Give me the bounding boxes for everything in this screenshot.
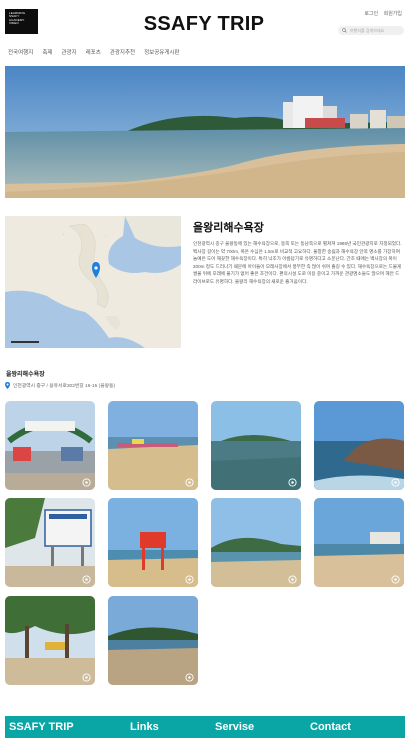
thumbnail-badge-icon xyxy=(185,575,194,584)
gallery-photo[interactable] xyxy=(108,596,198,685)
gallery-photo[interactable] xyxy=(5,596,95,685)
thumbnail-badge-icon xyxy=(185,673,194,682)
hero-beach-image xyxy=(5,66,405,198)
gallery-photo[interactable] xyxy=(5,401,95,490)
nav-item-recommend[interactable]: 관광지추천 xyxy=(110,48,135,56)
gallery-photo[interactable] xyxy=(211,498,301,587)
gallery-photo[interactable] xyxy=(108,498,198,587)
gallery-title: 을왕리해수욕장 xyxy=(6,372,45,378)
nav-item-leisure[interactable]: 레포츠 xyxy=(86,48,101,56)
login-link[interactable]: 로그인 xyxy=(364,11,378,17)
address-text: 인천광역시 중구 / 용유서로302번길 16-15 (을왕동) xyxy=(13,384,116,389)
svg-text:·: · xyxy=(63,232,64,237)
footer-service[interactable]: Servise xyxy=(215,721,254,733)
gallery-photo[interactable] xyxy=(108,401,198,490)
beach-description: 인천광역시 중구 을왕동에 있는 해수욕장으로, 동쪽 또는 동남쪽으로 펼쳐져… xyxy=(193,241,402,284)
nav-item-attraction[interactable]: 관광지 xyxy=(61,48,76,56)
thumbnail-badge-icon xyxy=(82,575,91,584)
gallery-photo[interactable] xyxy=(314,498,404,587)
footer-links[interactable]: Links xyxy=(130,721,159,733)
search-input[interactable] xyxy=(350,28,402,33)
thumbnail-badge-icon xyxy=(82,673,91,682)
thumbnail-badge-icon xyxy=(391,575,400,584)
svg-text:·: · xyxy=(105,234,106,239)
main-nav: 전국여행지 축제 관광지 레포츠 관광지추천 정보공유게시판 xyxy=(8,48,189,56)
nav-item-festival[interactable]: 축제 xyxy=(42,48,52,56)
thumbnail-badge-icon xyxy=(82,478,91,487)
gallery-photo[interactable] xyxy=(5,498,95,587)
footer-brand[interactable]: SSAFY TRIP xyxy=(9,721,74,733)
signup-link[interactable]: 회원가입 xyxy=(384,11,402,17)
location-pin-icon xyxy=(5,382,10,389)
search-box[interactable] xyxy=(338,26,404,35)
search-icon[interactable] xyxy=(342,28,347,33)
location-map[interactable]: · · xyxy=(5,216,181,348)
gallery-photo[interactable] xyxy=(211,401,301,490)
beach-title: 을왕리해수욕장 xyxy=(193,222,264,234)
thumbnail-badge-icon xyxy=(185,478,194,487)
nav-item-board[interactable]: 정보공유게시판 xyxy=(144,48,179,56)
thumbnail-badge-icon xyxy=(391,478,400,487)
address-line: 인천광역시 중구 / 용유서로302번길 16-15 (을왕동) xyxy=(5,382,115,389)
site-footer: SSAFY TRIP Links Servise Contact xyxy=(5,716,405,738)
gallery-photo[interactable] xyxy=(314,401,404,490)
footer-contact[interactable]: Contact xyxy=(310,721,351,733)
thumbnail-badge-icon xyxy=(288,575,297,584)
auth-links: 로그인 회원가입 xyxy=(360,10,402,17)
nav-item-nationwide[interactable]: 전국여행지 xyxy=(8,48,33,56)
thumbnail-badge-icon xyxy=(288,478,297,487)
